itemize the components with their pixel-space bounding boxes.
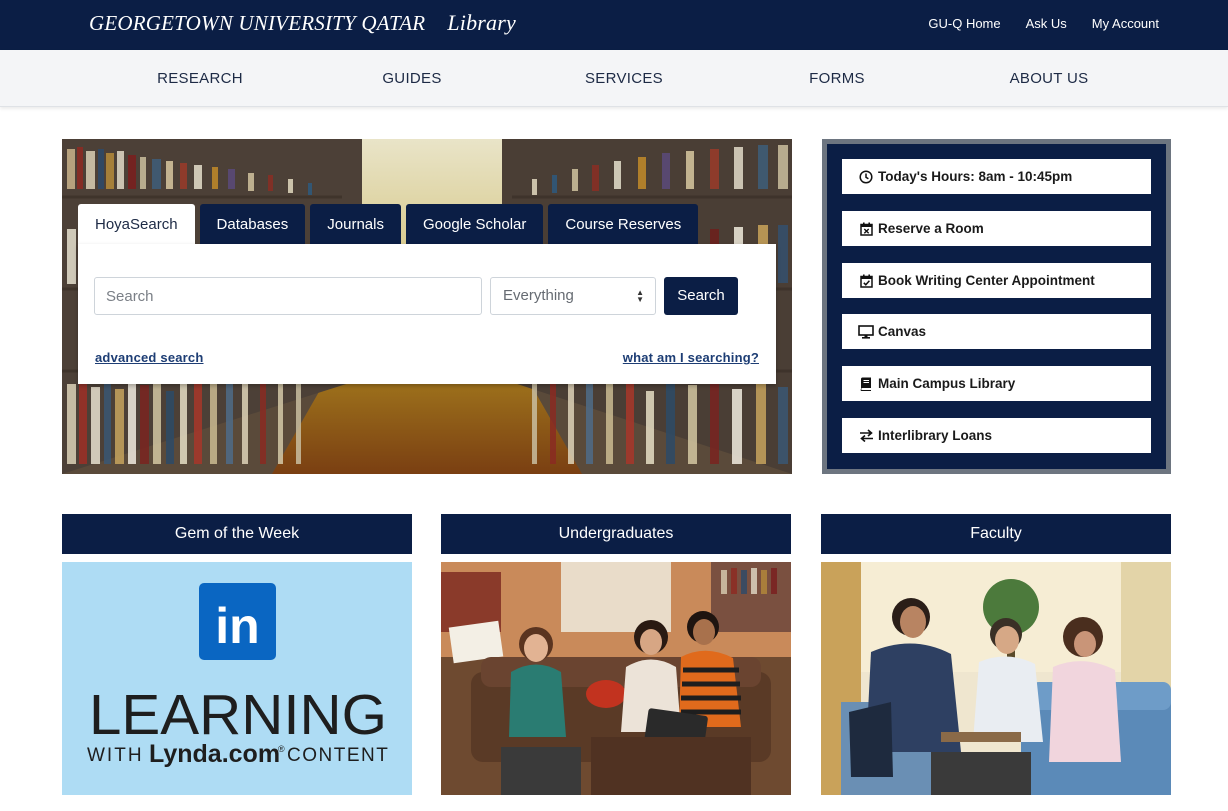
main-nav: RESEARCH GUIDES SERVICES FORMS ABOUT US bbox=[0, 50, 1228, 107]
students-illustration bbox=[441, 562, 791, 795]
what-am-i-searching-link[interactable]: what am I searching? bbox=[623, 350, 759, 365]
card-undergraduates: Undergraduates bbox=[441, 514, 791, 795]
library-logo[interactable]: GEORGETOWN UNIVERSITY QATAR Library bbox=[89, 10, 516, 36]
calendar-check-icon bbox=[858, 273, 874, 289]
quick-link-canvas[interactable]: Canvas bbox=[842, 314, 1151, 349]
tab-databases[interactable]: Databases bbox=[199, 204, 306, 245]
card-undergraduates-title[interactable]: Undergraduates bbox=[441, 514, 791, 554]
top-links: GU-Q Home Ask Us My Account bbox=[928, 16, 1159, 31]
lynda-line-reg: ® bbox=[278, 744, 285, 754]
card-faculty-title[interactable]: Faculty bbox=[821, 514, 1171, 554]
quick-link-hours-label: Today's Hours: 8am - 10:45pm bbox=[878, 169, 1073, 184]
quick-link-canvas-label: Canvas bbox=[878, 324, 927, 339]
my-account-link[interactable]: My Account bbox=[1092, 16, 1159, 31]
quick-links-box: Today's Hours: 8am - 10:45pm Reserve a R… bbox=[822, 139, 1171, 474]
tab-hoyasearch[interactable]: HoyaSearch bbox=[78, 204, 195, 245]
tab-google-scholar[interactable]: Google Scholar bbox=[405, 204, 544, 245]
nav-forms[interactable]: FORMS bbox=[809, 70, 865, 87]
quick-link-reserve-room-label: Reserve a Room bbox=[878, 221, 984, 236]
quick-link-writing-center[interactable]: Book Writing Center Appointment bbox=[842, 263, 1151, 298]
select-arrows-icon: ▲ ▼ bbox=[636, 288, 644, 304]
quick-link-interlibrary-label: Interlibrary Loans bbox=[878, 428, 993, 443]
linkedin-badge-text: in bbox=[215, 598, 259, 654]
nav-services[interactable]: SERVICES bbox=[585, 70, 663, 87]
search-tabs: HoyaSearch Databases Journals Google Sch… bbox=[78, 204, 699, 245]
calendar-x-icon bbox=[858, 221, 874, 237]
card-faculty: Faculty bbox=[821, 514, 1171, 795]
search-input[interactable] bbox=[94, 277, 482, 315]
ask-us-link[interactable]: Ask Us bbox=[1026, 16, 1067, 31]
undergraduates-photo[interactable] bbox=[441, 562, 791, 795]
card-gem-title[interactable]: Gem of the Week bbox=[62, 514, 412, 554]
exchange-icon bbox=[858, 428, 874, 444]
linkedin-learning-graphic: in LEARNING WITH Lynda.com ® CONTENT bbox=[87, 583, 389, 768]
book-icon bbox=[858, 376, 874, 392]
nav-guides[interactable]: GUIDES bbox=[382, 70, 441, 87]
lynda-line-brand: Lynda.com bbox=[149, 740, 280, 768]
lynda-promo-image[interactable]: in LEARNING WITH Lynda.com ® CONTENT bbox=[62, 562, 412, 795]
card-gem-of-the-week: Gem of the Week in LEARNING WITH Lynda.c… bbox=[62, 514, 412, 795]
quick-link-writing-center-label: Book Writing Center Appointment bbox=[878, 273, 1095, 288]
tab-journals[interactable]: Journals bbox=[310, 204, 401, 245]
tab-course-reserves[interactable]: Course Reserves bbox=[548, 204, 699, 245]
faculty-illustration bbox=[821, 562, 1171, 795]
learning-wordmark: LEARNING bbox=[89, 683, 387, 747]
scope-select-value: Everything bbox=[503, 287, 574, 304]
quick-link-main-campus-label: Main Campus Library bbox=[878, 376, 1016, 391]
quick-link-main-campus[interactable]: Main Campus Library bbox=[842, 366, 1151, 401]
nav-research[interactable]: RESEARCH bbox=[157, 70, 243, 87]
gu-q-home-link[interactable]: GU-Q Home bbox=[928, 16, 1000, 31]
lynda-line-with: WITH bbox=[87, 745, 144, 766]
faculty-photo[interactable] bbox=[821, 562, 1171, 795]
advanced-search-link[interactable]: advanced search bbox=[95, 350, 204, 365]
clock-icon bbox=[858, 169, 874, 185]
desktop-icon bbox=[858, 324, 874, 340]
lynda-line-content: CONTENT bbox=[287, 745, 389, 766]
brand-library: Library bbox=[447, 10, 516, 35]
top-bar: GEORGETOWN UNIVERSITY QATAR Library GU-Q … bbox=[0, 0, 1228, 50]
quick-link-interlibrary[interactable]: Interlibrary Loans bbox=[842, 418, 1151, 453]
scope-select[interactable]: Everything ▲ ▼ bbox=[490, 277, 656, 315]
search-panel: Everything ▲▼ Search advanced search wha… bbox=[78, 244, 776, 384]
nav-about-us[interactable]: ABOUT US bbox=[1010, 70, 1089, 87]
quick-link-reserve-room[interactable]: Reserve a Room bbox=[842, 211, 1151, 246]
search-button[interactable]: Search bbox=[664, 277, 738, 315]
brand-name: GEORGETOWN UNIVERSITY QATAR bbox=[89, 11, 426, 35]
quick-link-hours[interactable]: Today's Hours: 8am - 10:45pm bbox=[842, 159, 1151, 194]
